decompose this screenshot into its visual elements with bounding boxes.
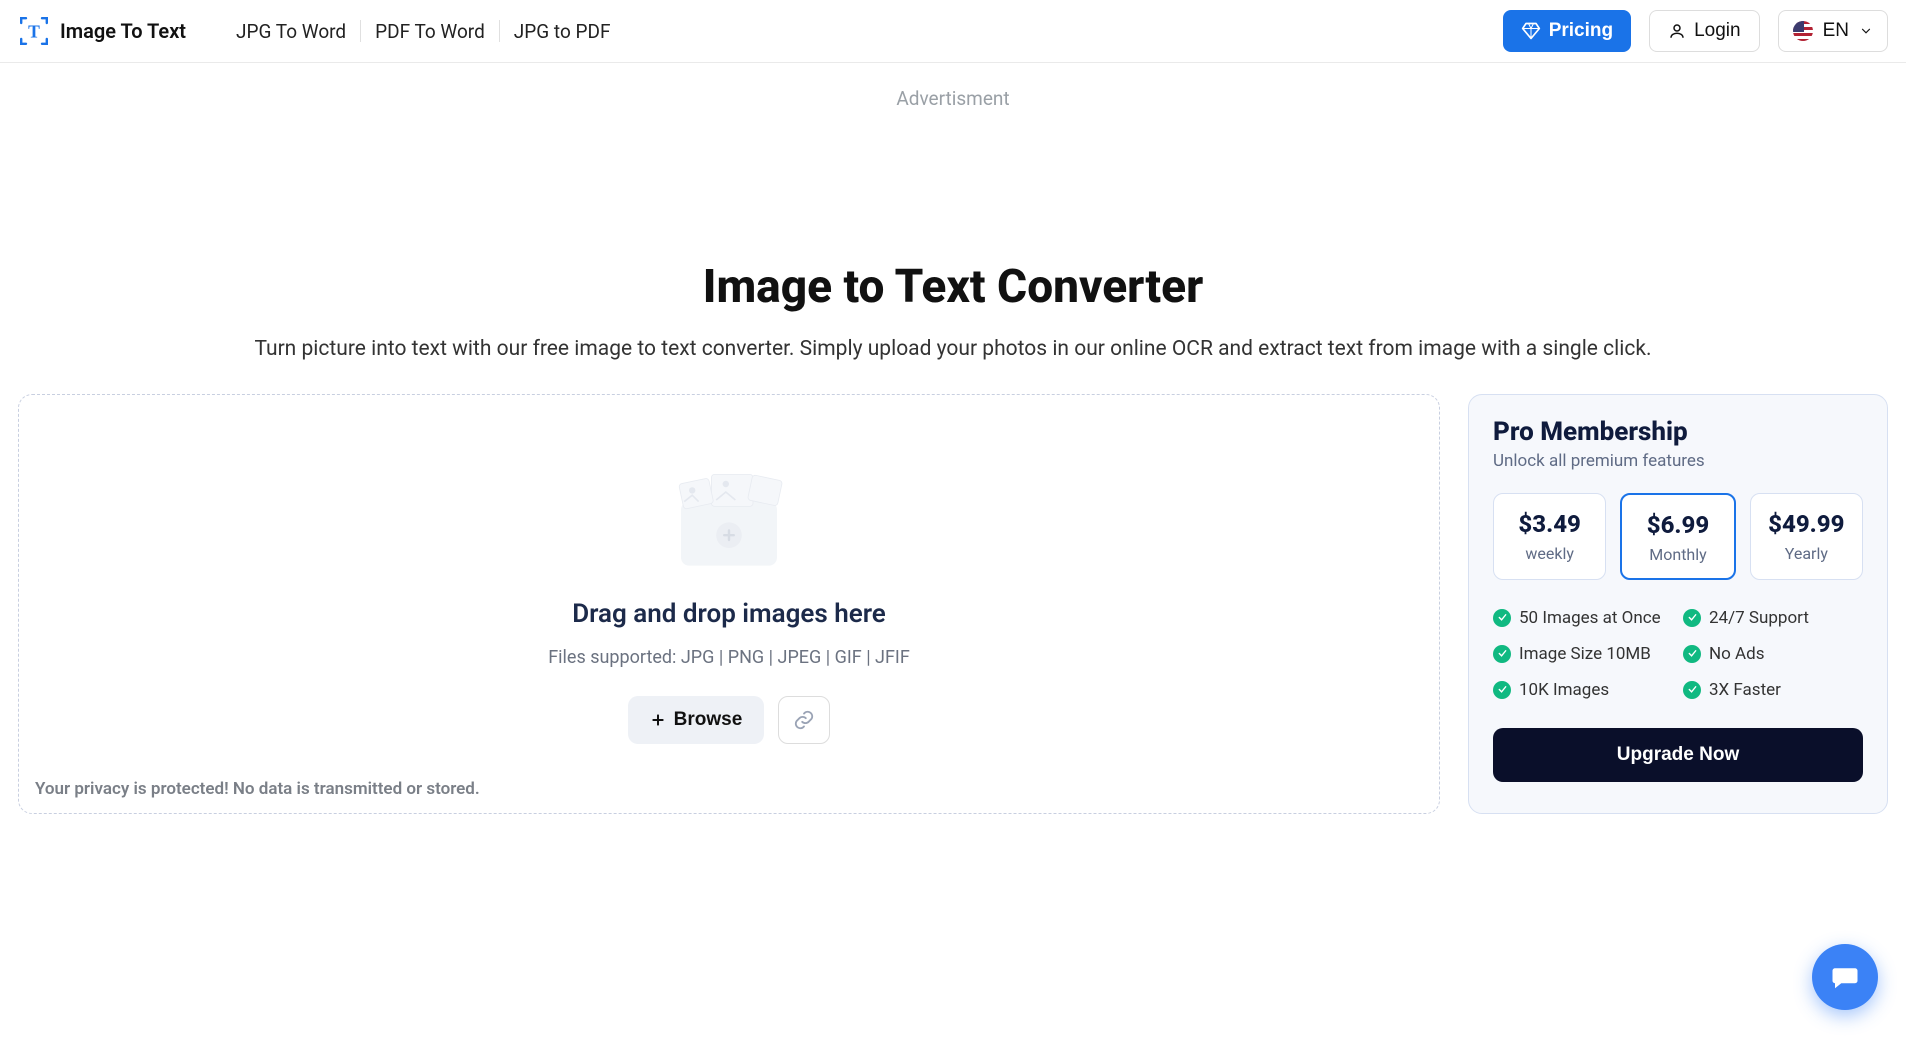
chevron-down-icon bbox=[1859, 24, 1873, 38]
feature-item: 24/7 Support bbox=[1683, 608, 1863, 628]
plan-period: Yearly bbox=[1757, 544, 1856, 563]
logo-icon: T bbox=[18, 15, 50, 47]
login-label: Login bbox=[1694, 20, 1741, 42]
pricing-label: Pricing bbox=[1549, 20, 1613, 42]
check-icon bbox=[1683, 681, 1701, 699]
feature-label: 24/7 Support bbox=[1709, 608, 1809, 628]
diamond-icon bbox=[1521, 21, 1541, 41]
browse-button[interactable]: Browse bbox=[628, 696, 765, 744]
pro-features: 50 Images at Once 24/7 Support Image Siz… bbox=[1493, 608, 1863, 700]
advertisement-label: Advertisment bbox=[0, 87, 1906, 110]
feature-label: No Ads bbox=[1709, 644, 1765, 664]
browse-label: Browse bbox=[674, 709, 743, 731]
plan-period: weekly bbox=[1500, 544, 1599, 563]
check-icon bbox=[1493, 645, 1511, 663]
dropzone-title: Drag and drop images here bbox=[572, 599, 886, 629]
header-right: Pricing Login EN bbox=[1503, 10, 1888, 52]
flag-icon bbox=[1793, 21, 1813, 41]
language-label: EN bbox=[1823, 20, 1849, 42]
check-icon bbox=[1493, 609, 1511, 627]
header-left: T Image To Text JPG To Word PDF To Word … bbox=[18, 15, 624, 47]
nav-jpg-to-pdf[interactable]: JPG to PDF bbox=[500, 20, 625, 43]
plan-period: Monthly bbox=[1628, 545, 1727, 564]
feature-item: 3X Faster bbox=[1683, 680, 1863, 700]
feature-item: 50 Images at Once bbox=[1493, 608, 1673, 628]
plan-monthly[interactable]: $6.99 Monthly bbox=[1620, 493, 1735, 580]
language-button[interactable]: EN bbox=[1778, 10, 1888, 52]
header: T Image To Text JPG To Word PDF To Word … bbox=[0, 0, 1906, 63]
chat-button[interactable] bbox=[1812, 944, 1878, 1010]
plus-icon bbox=[650, 712, 666, 728]
url-button[interactable] bbox=[778, 696, 830, 744]
dropzone-subtitle: Files supported: JPG | PNG | JPEG | GIF … bbox=[548, 647, 910, 668]
plan-yearly[interactable]: $49.99 Yearly bbox=[1750, 493, 1863, 580]
feature-label: 10K Images bbox=[1519, 680, 1609, 700]
pricing-plans: $3.49 weekly $6.99 Monthly $49.99 Yearly bbox=[1493, 493, 1863, 580]
upgrade-button[interactable]: Upgrade Now bbox=[1493, 728, 1863, 782]
hero: Image to Text Converter Turn picture int… bbox=[0, 260, 1906, 366]
feature-label: Image Size 10MB bbox=[1519, 644, 1651, 664]
check-icon bbox=[1683, 645, 1701, 663]
link-icon bbox=[793, 709, 815, 731]
feature-item: No Ads bbox=[1683, 644, 1863, 664]
nav-links: JPG To Word PDF To Word JPG to PDF bbox=[222, 20, 624, 43]
nav-pdf-to-word[interactable]: PDF To Word bbox=[361, 20, 499, 43]
pro-subtitle: Unlock all premium features bbox=[1493, 451, 1863, 471]
user-icon bbox=[1668, 22, 1686, 40]
dropzone-actions: Browse bbox=[628, 696, 831, 744]
upload-dropzone[interactable]: Drag and drop images here Files supporte… bbox=[18, 394, 1440, 814]
plan-price: $6.99 bbox=[1628, 511, 1727, 539]
plan-price: $3.49 bbox=[1500, 510, 1599, 538]
content-row: Drag and drop images here Files supporte… bbox=[0, 366, 1906, 814]
feature-item: 10K Images bbox=[1493, 680, 1673, 700]
plan-weekly[interactable]: $3.49 weekly bbox=[1493, 493, 1606, 580]
privacy-note: Your privacy is protected! No data is tr… bbox=[35, 779, 480, 799]
svg-text:T: T bbox=[28, 21, 40, 41]
pro-title: Pro Membership bbox=[1493, 417, 1863, 447]
logo[interactable]: T Image To Text bbox=[18, 15, 186, 47]
page-subtitle: Turn picture into text with our free ima… bbox=[20, 334, 1886, 366]
nav-jpg-to-word[interactable]: JPG To Word bbox=[222, 20, 360, 43]
feature-label: 3X Faster bbox=[1709, 680, 1781, 700]
upload-illustration-icon bbox=[649, 451, 809, 581]
login-button[interactable]: Login bbox=[1649, 10, 1760, 52]
page-title: Image to Text Converter bbox=[20, 260, 1886, 314]
pricing-button[interactable]: Pricing bbox=[1503, 10, 1631, 52]
feature-item: Image Size 10MB bbox=[1493, 644, 1673, 664]
check-icon bbox=[1493, 681, 1511, 699]
feature-label: 50 Images at Once bbox=[1519, 608, 1661, 628]
check-icon bbox=[1683, 609, 1701, 627]
pro-membership-card: Pro Membership Unlock all premium featur… bbox=[1468, 394, 1888, 814]
chat-icon bbox=[1830, 962, 1860, 992]
plan-price: $49.99 bbox=[1757, 510, 1856, 538]
logo-text: Image To Text bbox=[60, 19, 186, 43]
